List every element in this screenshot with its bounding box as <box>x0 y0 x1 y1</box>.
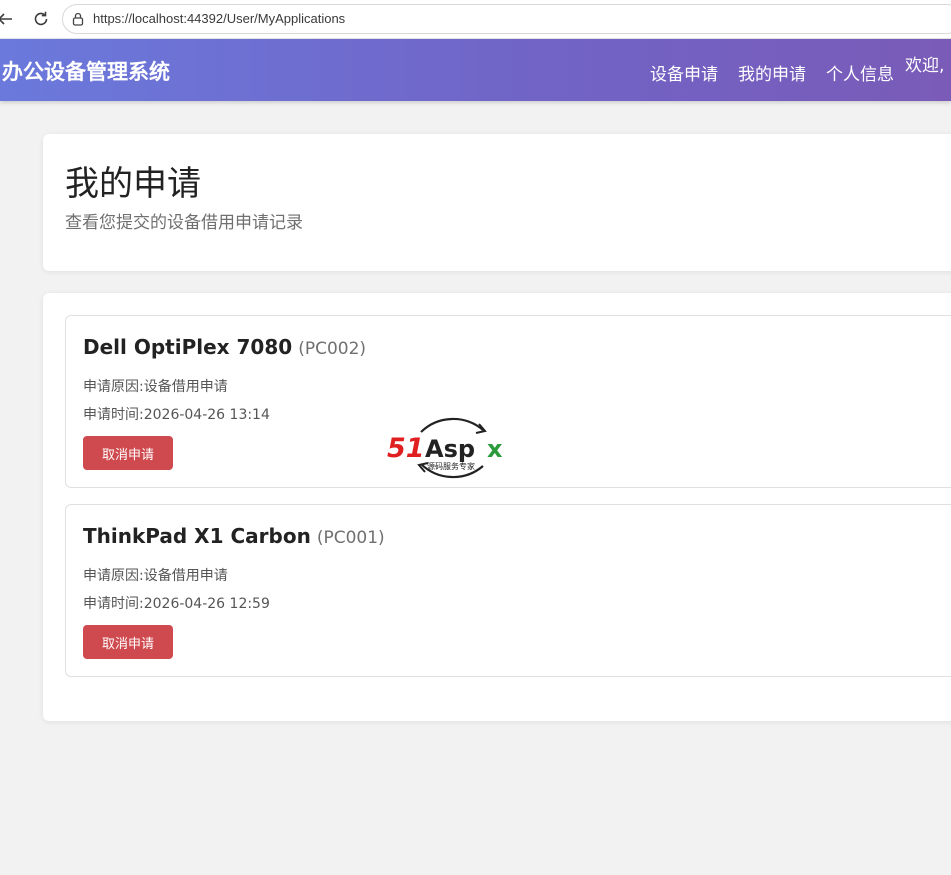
time-value: 2026-04-26 12:59 <box>143 596 270 612</box>
time-value: 2026-04-26 13:14 <box>143 407 270 423</box>
page-title: 我的申请 <box>65 164 201 204</box>
reason-value: 设备借用申请 <box>143 379 228 395</box>
time-label: 申请时间: <box>83 407 144 423</box>
device-name: Dell OptiPlex 7080 <box>83 335 293 359</box>
device-name: ThinkPad X1 Carbon <box>83 524 311 548</box>
application-item: ThinkPad X1 Carbon (PC001) 申请原因:设备借用申请 申请… <box>65 504 951 677</box>
browser-toolbar: https://localhost:44392/User/MyApplicati… <box>0 0 951 39</box>
lock-icon[interactable] <box>71 12 85 26</box>
nav-my-applications[interactable]: 我的申请 <box>738 60 806 85</box>
brand-title[interactable]: 办公设备管理系统 <box>2 56 170 86</box>
svg-text:51: 51 <box>387 433 425 464</box>
svg-text:源码服务专家: 源码服务专家 <box>427 461 475 471</box>
app-header: 办公设备管理系统 设备申请 我的申请 个人信息 欢迎, <box>0 39 951 101</box>
reason-label: 申请原因: <box>83 379 144 395</box>
page-header-card: 我的申请 查看您提交的设备借用申请记录 <box>43 134 951 271</box>
application-reason: 申请原因:设备借用申请 <box>83 565 228 585</box>
reason-value: 设备借用申请 <box>143 568 228 584</box>
welcome-text: 欢迎, <box>905 56 945 76</box>
url-text: https://localhost:44392/User/MyApplicati… <box>93 11 346 26</box>
nav-profile[interactable]: 个人信息 <box>826 60 894 85</box>
application-reason: 申请原因:设备借用申请 <box>83 376 228 396</box>
address-bar[interactable]: https://localhost:44392/User/MyApplicati… <box>62 4 951 34</box>
device-code: (PC002) <box>298 339 367 359</box>
application-time: 申请时间:2026-04-26 12:59 <box>83 593 270 613</box>
watermark-logo: 51 Asp x 源码服务专家 <box>385 402 513 494</box>
device-title: Dell OptiPlex 7080 (PC002) <box>83 335 366 359</box>
reason-label: 申请原因: <box>83 568 144 584</box>
device-code: (PC001) <box>316 528 385 548</box>
application-time: 申请时间:2026-04-26 13:14 <box>83 404 270 424</box>
page-subtitle: 查看您提交的设备借用申请记录 <box>65 213 303 233</box>
cancel-application-button[interactable]: 取消申请 <box>83 436 173 470</box>
svg-text:x: x <box>487 435 503 463</box>
arrow-left-icon[interactable] <box>0 8 16 30</box>
applications-list: Dell OptiPlex 7080 (PC002) 申请原因:设备借用申请 申请… <box>43 293 951 721</box>
nav-device-apply[interactable]: 设备申请 <box>650 60 718 85</box>
device-title: ThinkPad X1 Carbon (PC001) <box>83 524 385 548</box>
reload-icon[interactable] <box>30 8 52 30</box>
svg-text:Asp: Asp <box>425 435 475 463</box>
time-label: 申请时间: <box>83 596 144 612</box>
cancel-application-button[interactable]: 取消申请 <box>83 625 173 659</box>
